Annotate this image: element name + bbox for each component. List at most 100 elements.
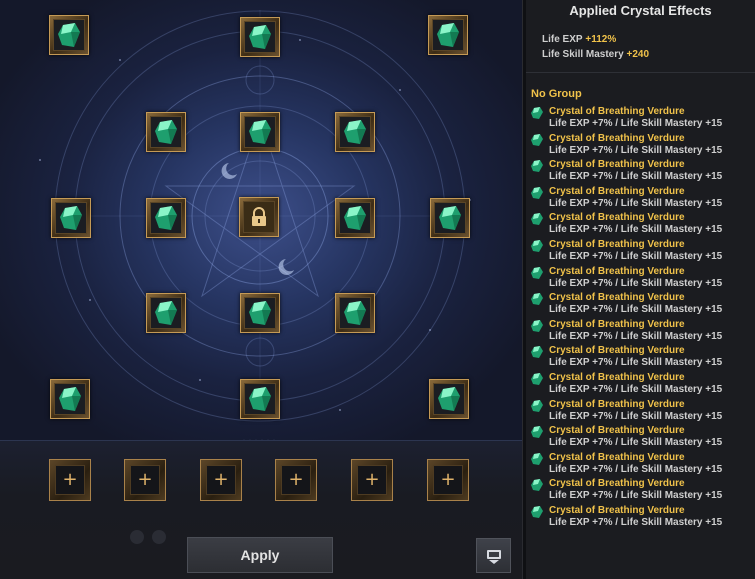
crystal-slot[interactable] [430, 198, 470, 238]
effect-name: Crystal of Breathing Verdure [549, 478, 685, 490]
crystal-slot-inner [150, 202, 182, 234]
green-crystal-icon [249, 301, 271, 325]
green-crystal-icon [531, 266, 543, 279]
crystal-slot[interactable] [335, 293, 375, 333]
green-crystal-icon [531, 346, 543, 359]
crystal-slot[interactable] [335, 112, 375, 152]
crystal-slot[interactable] [146, 293, 186, 333]
effect-list-item[interactable]: Crystal of Breathing Verdure Life EXP +7%… [531, 399, 753, 426]
effect-name: Crystal of Breathing Verdure [549, 238, 685, 250]
crystal-slot[interactable] [240, 379, 280, 419]
effect-list-item[interactable]: Crystal of Breathing Verdure Life EXP +7%… [531, 345, 753, 372]
effect-list-item[interactable]: Crystal of Breathing Verdure Life EXP +7%… [531, 186, 753, 213]
crystal-slot[interactable] [146, 198, 186, 238]
effect-description: Life EXP +7% / Life Skill Mastery +15 [549, 410, 723, 422]
add-crystal-slot-5[interactable]: + [351, 459, 393, 501]
add-crystal-slot-4[interactable]: + [275, 459, 317, 501]
plus-icon: + [357, 465, 387, 495]
add-crystal-slot-6[interactable]: + [427, 459, 469, 501]
effect-name: Crystal of Breathing Verdure [549, 132, 685, 144]
crystal-slot[interactable] [240, 17, 280, 57]
effect-list-item[interactable]: Crystal of Breathing Verdure Life EXP +7%… [531, 372, 753, 399]
crystal-slot-inner [55, 202, 87, 234]
add-crystal-slot-1[interactable]: + [49, 459, 91, 501]
add-crystal-slot-3[interactable]: + [200, 459, 242, 501]
crystal-slot-corner-bottom-left[interactable] [50, 379, 90, 419]
effect-name: Crystal of Breathing Verdure [549, 398, 685, 410]
green-crystal-icon [531, 452, 543, 465]
crystal-slot[interactable] [240, 112, 280, 152]
crystal-slot-corner-top-left[interactable] [49, 15, 89, 55]
crystal-slot-inner [244, 297, 276, 329]
ghost-background-icons [130, 530, 174, 549]
applied-effects-panel: Applied Crystal Effects Life EXP +112% L… [526, 0, 755, 579]
effect-list-item[interactable]: Crystal of Breathing Verdure Life EXP +7%… [531, 239, 753, 266]
effect-list-item[interactable]: Crystal of Breathing Verdure Life EXP +7%… [531, 452, 753, 479]
tray-icon [486, 549, 501, 564]
green-crystal-icon [531, 107, 543, 119]
effect-list-item[interactable]: Crystal of Breathing Verdure Life EXP +7%… [531, 106, 753, 133]
effect-description: Life EXP +7% / Life Skill Mastery +15 [549, 250, 723, 262]
green-crystal-icon [531, 133, 543, 146]
add-crystal-slot-2[interactable]: + [124, 459, 166, 501]
effect-description: Life EXP +7% / Life Skill Mastery +15 [549, 383, 723, 395]
effect-description: Life EXP +7% / Life Skill Mastery +15 [549, 463, 723, 475]
crystal-slot-inner [244, 383, 276, 415]
effect-list-item[interactable]: Crystal of Breathing Verdure Life EXP +7%… [531, 505, 753, 532]
green-crystal-icon [531, 479, 543, 492]
effect-name: Crystal of Breathing Verdure [549, 212, 685, 224]
green-crystal-icon [531, 319, 543, 332]
crystal-slot[interactable] [146, 112, 186, 152]
green-crystal-icon [60, 206, 82, 230]
crystal-slot-inner [53, 19, 85, 51]
green-crystal-icon [531, 426, 543, 439]
effect-description: Life EXP +7% / Life Skill Mastery +15 [549, 516, 723, 528]
effect-list-item[interactable]: Crystal of Breathing Verdure Life EXP +7%… [531, 159, 753, 186]
effect-list-item[interactable]: Crystal of Breathing Verdure Life EXP +7%… [531, 478, 753, 505]
tray-button[interactable] [476, 538, 511, 573]
effect-name: Crystal of Breathing Verdure [549, 106, 685, 117]
effects-summary: Life EXP +112% Life Skill Mastery +240 [542, 32, 649, 62]
effect-description: Life EXP +7% / Life Skill Mastery +15 [549, 224, 723, 236]
plus-icon: + [130, 465, 160, 495]
effect-list-item[interactable]: Crystal of Breathing Verdure Life EXP +7%… [531, 292, 753, 319]
green-crystal-icon [531, 293, 543, 306]
effect-list-item[interactable]: Crystal of Breathing Verdure Life EXP +7%… [531, 319, 753, 346]
divider [526, 72, 755, 73]
effect-description: Life EXP +7% / Life Skill Mastery +15 [549, 118, 723, 129]
green-crystal-icon [531, 505, 543, 518]
plus-icon: + [433, 465, 463, 495]
effect-description: Life EXP +7% / Life Skill Mastery +15 [549, 304, 723, 316]
crystal-slot-inner [150, 116, 182, 148]
effect-list-item[interactable]: Crystal of Breathing Verdure Life EXP +7%… [531, 212, 753, 239]
green-crystal-icon [531, 160, 543, 173]
effect-name: Crystal of Breathing Verdure [549, 159, 685, 171]
green-crystal-icon [531, 399, 543, 412]
crystal-slot-corner-top-right[interactable] [428, 15, 468, 55]
crystal-slot[interactable] [335, 198, 375, 238]
effect-list-item[interactable]: Crystal of Breathing Verdure Life EXP +7%… [531, 266, 753, 293]
apply-button[interactable]: Apply [187, 537, 333, 573]
green-crystal-icon [344, 206, 366, 230]
effect-description: Life EXP +7% / Life Skill Mastery +15 [549, 330, 723, 342]
crystal-slot[interactable] [240, 293, 280, 333]
green-crystal-icon [439, 206, 461, 230]
effect-name: Crystal of Breathing Verdure [549, 185, 685, 197]
effect-name: Crystal of Breathing Verdure [549, 292, 685, 304]
effect-description: Life EXP +7% / Life Skill Mastery +15 [549, 197, 723, 209]
crystal-slot-corner-bottom-right[interactable] [429, 379, 469, 419]
green-crystal-icon [437, 23, 459, 47]
effect-description: Life EXP +7% / Life Skill Mastery +15 [549, 144, 723, 156]
effect-list-item[interactable]: Crystal of Breathing Verdure Life EXP +7%… [531, 425, 753, 452]
crystal-slot[interactable] [51, 198, 91, 238]
green-crystal-icon [249, 25, 271, 49]
effect-list-item[interactable]: Crystal of Breathing Verdure Life EXP +7%… [531, 133, 753, 160]
green-crystal-icon [531, 239, 543, 252]
effect-description: Life EXP +7% / Life Skill Mastery +15 [549, 171, 723, 183]
plus-icon: + [281, 465, 311, 495]
summary-line: Life EXP +112% [542, 34, 617, 45]
summary-line: Life Skill Mastery +240 [542, 49, 650, 60]
crystal-slot-center-locked[interactable] [239, 197, 279, 237]
green-crystal-icon [249, 120, 271, 144]
crystal-slot-inner [433, 383, 465, 415]
